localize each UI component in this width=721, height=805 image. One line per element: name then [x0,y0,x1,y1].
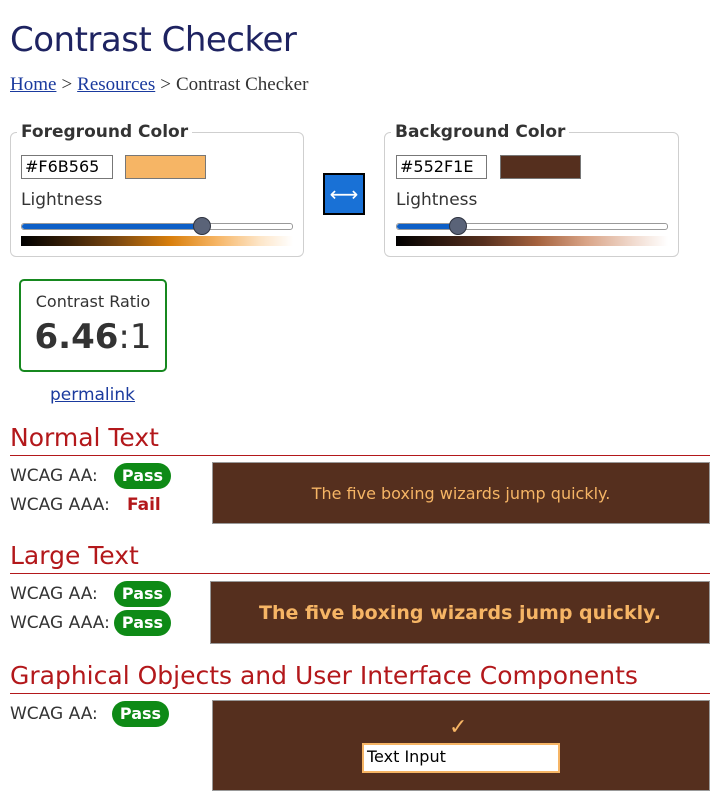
background-hex-input[interactable]: #552F1E [396,155,487,179]
foreground-color-swatch [125,155,206,179]
normal-aaa-fail-badge: Fail [127,495,161,515]
graphical-sample-area: ✓ Text Input [212,700,710,791]
graphical-aa-label: WCAG AA: [10,704,98,724]
permalink-link[interactable]: permalink [50,385,135,405]
foreground-lightness-label: Lightness [21,190,103,210]
normal-text-divider [10,455,710,456]
swap-horizontal-icon: ⟷ [329,182,359,206]
normal-text-sample: The five boxing wizards jump quickly. [212,462,710,524]
background-lightness-slider[interactable] [396,223,668,230]
graphical-objects-heading: Graphical Objects and User Interface Com… [10,661,638,690]
large-text-heading: Large Text [10,541,139,570]
foreground-lightness-thumb[interactable] [193,217,211,235]
large-text-sample: The five boxing wizards jump quickly. [210,581,710,644]
large-aaa-pass-badge: Pass [114,610,171,636]
contrast-ratio-number: 6.46 [34,317,119,357]
contrast-ratio-value: 6.46:1 [21,317,165,357]
foreground-color-panel: Foreground Color #F6B565 Lightness [10,122,304,257]
normal-text-heading: Normal Text [10,423,159,452]
background-lightness-gradient [396,236,668,246]
graphical-aa-pass-badge: Pass [112,701,169,727]
breadcrumb-separator: > [160,74,171,95]
foreground-lightness-fill [22,224,203,229]
foreground-lightness-slider[interactable] [21,223,293,230]
background-color-panel: Background Color #552F1E Lightness [384,122,679,257]
background-color-swatch [500,155,581,179]
swap-colors-button[interactable]: ⟷ [323,173,365,215]
large-text-divider [10,573,710,574]
contrast-ratio-label: Contrast Ratio [35,292,151,311]
background-color-legend: Background Color [391,122,570,142]
foreground-hex-input[interactable]: #F6B565 [21,155,113,179]
page-title: Contrast Checker [10,20,297,60]
large-aa-label: WCAG AA: [10,584,98,604]
foreground-color-legend: Foreground Color [17,122,193,142]
normal-aa-pass-badge: Pass [114,463,171,489]
background-lightness-label: Lightness [396,190,478,210]
breadcrumb-current: Contrast Checker [175,74,309,95]
normal-aaa-label: WCAG AAA: [10,495,110,515]
breadcrumb-separator: > [61,74,73,95]
normal-aa-label: WCAG AA: [10,466,98,486]
background-lightness-thumb[interactable] [449,217,467,235]
checkmark-icon: ✓ [449,715,468,740]
contrast-ratio-suffix: :1 [118,317,152,357]
breadcrumb-home-link[interactable]: Home [10,74,56,95]
foreground-lightness-gradient [21,236,293,246]
large-aa-pass-badge: Pass [114,581,171,607]
breadcrumb: Home > Resources > Contrast Checker [10,74,308,96]
breadcrumb-resources-link[interactable]: Resources [77,74,155,95]
large-aaa-label: WCAG AAA: [10,613,110,633]
sample-text-input[interactable]: Text Input [362,743,560,773]
contrast-ratio-box: Contrast Ratio 6.46:1 [19,279,167,372]
graphical-objects-divider [10,693,710,694]
